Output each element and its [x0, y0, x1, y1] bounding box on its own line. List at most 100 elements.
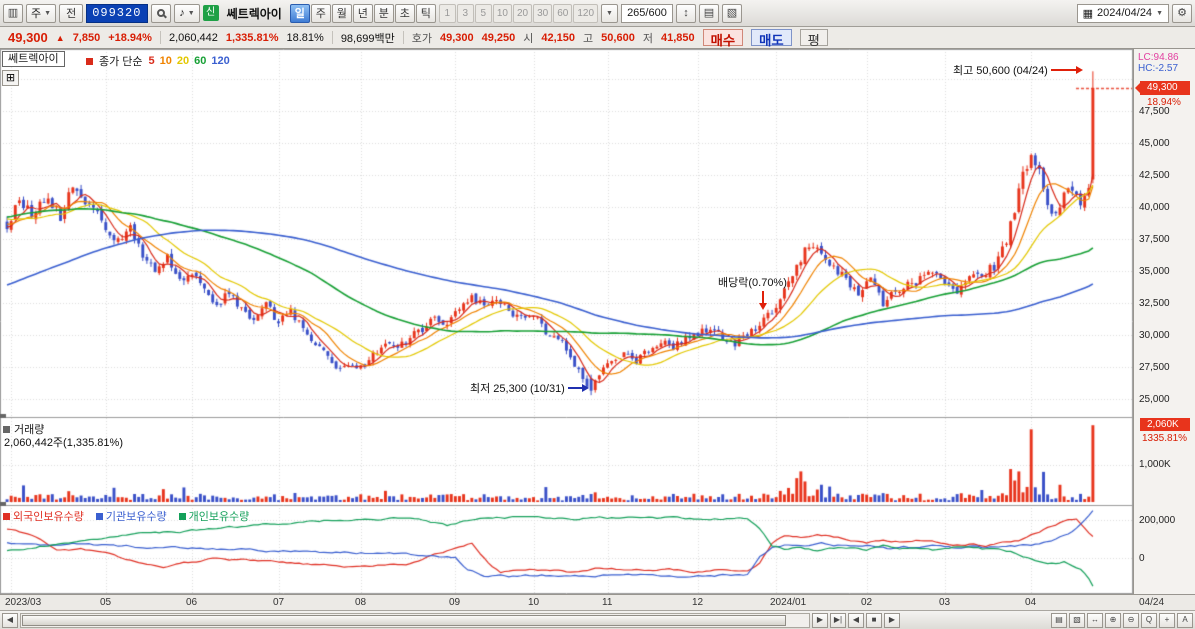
time-tick: 2024/01 — [770, 597, 807, 608]
zoom-out-icon[interactable]: ⊖ — [1123, 612, 1139, 628]
price-axis[interactable]: LC:94.86 HC:-2.57 49,300 18.94% 47,500 45… — [1133, 49, 1195, 594]
period-combo-value: 주 — [31, 8, 42, 20]
add-icon[interactable]: + — [1159, 612, 1175, 628]
avg-button[interactable]: 평 — [799, 29, 828, 48]
multi-chart-icon[interactable]: ▤ — [1051, 612, 1067, 628]
scroll-left-button[interactable]: ◀ — [2, 612, 18, 628]
period-combo[interactable]: 주 ▼ — [26, 3, 57, 23]
dividend-annotation: 배당락(0.70%) — [718, 274, 787, 290]
sound-alert-combo[interactable]: ♪ ▼ — [174, 3, 200, 23]
price-tick: 42,500 — [1139, 170, 1170, 181]
chart-scrollbar[interactable] — [20, 612, 810, 628]
minute-20[interactable]: 20 — [512, 3, 533, 23]
interval-combo[interactable]: ▼ — [601, 3, 618, 23]
price-tick: 32,500 — [1139, 298, 1170, 309]
time-axis: 2023/03 05 06 07 08 09 10 11 12 2024/01 02 03 04 04/… — [0, 594, 1195, 610]
trade-value: 98,699백만 — [340, 32, 395, 45]
open-price: 42,150 — [541, 31, 576, 44]
timeframe-일[interactable]: 일 — [289, 3, 310, 23]
stop-button[interactable]: ■ — [866, 612, 882, 628]
settings-gear-icon[interactable]: ⚙ — [1172, 3, 1192, 23]
up-arrow-icon: ▲ — [55, 32, 65, 43]
go-end-button[interactable]: ▶| — [830, 612, 846, 628]
quick-search-icon[interactable]: Q — [1141, 612, 1157, 628]
date-picker[interactable]: ▦ 2024/04/24 ▼ — [1076, 3, 1169, 23]
chevron-down-icon: ▼ — [187, 9, 195, 17]
lc-value: LC:94.86 — [1138, 52, 1179, 63]
stock-code-input[interactable]: 099320 — [86, 3, 149, 23]
stock-name-label: 쎄트렉아이 — [226, 6, 282, 21]
divider — [331, 31, 333, 44]
ma-period-120: 120 — [211, 55, 230, 67]
high-label: 고 — [583, 32, 594, 45]
time-tick: 03 — [939, 597, 951, 608]
legend-square-icon — [3, 512, 10, 520]
minute-5[interactable]: 5 — [474, 3, 492, 23]
time-tick: 11 — [602, 597, 613, 608]
holdings-series-label: 기관보유수량 — [105, 511, 167, 523]
price-tick: 30,000 — [1139, 330, 1170, 341]
arrow-right-icon — [567, 383, 589, 392]
minute-30[interactable]: 30 — [533, 3, 553, 23]
current-price-marker: 49,300 — [1135, 81, 1190, 95]
auto-scale-button[interactable]: A — [1177, 612, 1193, 628]
ma-period-10: 10 — [159, 55, 172, 67]
chart-area: 쎄트렉아이 ⊞ 종가 단순 5 10 20 60 120 최고 50,600 (04/2… — [0, 49, 1195, 594]
time-tick: 06 — [186, 597, 198, 608]
chart-title-chip[interactable]: 쎄트렉아이 — [2, 51, 65, 67]
chevron-down-icon: ▼ — [606, 9, 613, 17]
timeframe-주[interactable]: 주 — [310, 3, 331, 23]
timeframe-분[interactable]: 분 — [373, 3, 394, 23]
minute-10[interactable]: 10 — [492, 3, 512, 23]
ma-period-60: 60 — [194, 55, 207, 67]
timeframe-초[interactable]: 초 — [394, 3, 415, 23]
timeframe-틱[interactable]: 틱 — [415, 3, 436, 23]
ask-price: 49,300 — [439, 31, 474, 44]
screen-capture-icon[interactable]: ▧ — [721, 3, 742, 23]
dividend-annotation-text: 배당락(0.70%) — [718, 277, 787, 289]
minute-1[interactable]: 1 — [438, 3, 456, 23]
holdings-series-label: 외국인보유수량 — [13, 511, 84, 523]
page-left-button[interactable]: ◀ — [848, 612, 864, 628]
board-icon[interactable]: ▤ — [698, 3, 719, 23]
hoga-label: 호가 — [411, 32, 432, 45]
time-tick: 10 — [528, 597, 540, 608]
time-tick: 12 — [692, 597, 704, 608]
timeframe-월[interactable]: 월 — [331, 3, 352, 23]
volume-rate: 1,335.81% — [225, 31, 279, 44]
holdings-legend-item: 개인보유수량 — [178, 508, 249, 524]
price-tick: 25,000 — [1139, 394, 1170, 405]
price-tick: 47,500 — [1139, 106, 1170, 117]
scroll-right-button[interactable]: ▶ — [812, 612, 828, 628]
buy-button[interactable]: 매수 — [702, 29, 744, 48]
scrollbar-thumb[interactable] — [22, 614, 787, 626]
sell-button[interactable]: 매도 — [751, 29, 792, 48]
last-date-label: 04/24 — [1139, 597, 1165, 608]
minute-3[interactable]: 3 — [456, 3, 474, 23]
chart-menu-icon[interactable]: ▥ — [3, 3, 23, 23]
nav-button-group: ▶| ◀ ■ ▶ — [830, 612, 900, 628]
ma-legend: 종가 단순 5 10 20 60 120 — [86, 53, 235, 69]
timeframe-년[interactable]: 년 — [352, 3, 373, 23]
pattern-icon[interactable]: ▧ — [1069, 612, 1085, 628]
time-tick: 07 — [273, 597, 285, 608]
ma-period-20: 20 — [176, 55, 190, 67]
volume-marker: 2,060K — [1140, 418, 1190, 431]
quote-bar: 49,300 ▲ 7,850 +18.94% 2,060,442 1,335.8… — [0, 27, 1195, 49]
fit-width-icon[interactable]: ↔ — [1087, 612, 1103, 628]
minute-120[interactable]: 120 — [573, 3, 599, 23]
chart-tool-icon[interactable]: ⊞ — [2, 70, 19, 86]
chevron-down-icon: ▼ — [44, 9, 52, 17]
minute-60[interactable]: 60 — [553, 3, 573, 23]
arrow-right-icon — [1050, 65, 1083, 74]
compare-icon[interactable]: ↕ — [675, 3, 696, 23]
page-right-button[interactable]: ▶ — [884, 612, 900, 628]
ma-period-list: 5 10 20 60 120 — [149, 55, 235, 67]
dividend-arrow-icon — [759, 291, 767, 310]
price-change-pct: +18.94% — [108, 31, 152, 44]
prev-stock-button[interactable]: 전 — [59, 3, 84, 23]
candle-count-field[interactable]: 265/600 — [620, 3, 673, 23]
zoom-in-icon[interactable]: ⊕ — [1105, 612, 1121, 628]
date-value: 2024/04/24 — [1097, 7, 1153, 19]
search-icon[interactable] — [151, 3, 172, 23]
